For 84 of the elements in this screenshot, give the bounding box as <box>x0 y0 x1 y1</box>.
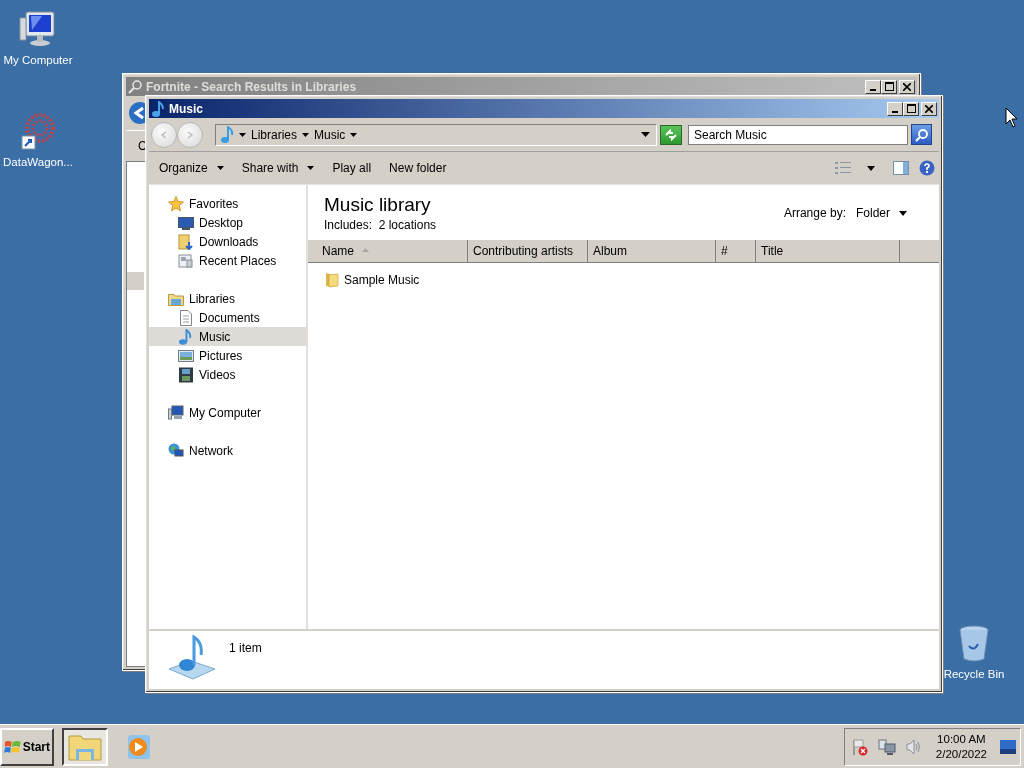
toolbar-button[interactable]: New folder <box>387 159 449 177</box>
search-button[interactable] <box>911 124 932 145</box>
globe-icon <box>168 442 184 459</box>
column-header[interactable]: Contributing artists <box>468 240 588 262</box>
nav-item[interactable]: Recent Places <box>149 251 306 270</box>
windows-logo-icon <box>4 738 22 755</box>
computer-icon <box>168 404 184 421</box>
picture-icon <box>178 347 194 364</box>
start-button[interactable]: Start <box>0 727 54 766</box>
nav-item[interactable]: Desktop <box>149 213 306 232</box>
breadcrumb-item[interactable]: Music <box>314 127 346 142</box>
scroll-thumb[interactable] <box>127 272 144 290</box>
nav-item[interactable]: Libraries <box>149 289 306 308</box>
icon-label: DataWagon... <box>3 156 73 168</box>
column-header[interactable]: Name <box>308 240 468 262</box>
flag-error-icon[interactable] <box>850 737 869 756</box>
maximize-icon <box>906 103 916 113</box>
window-title: Music <box>169 101 203 116</box>
speaker-icon[interactable] <box>904 737 923 756</box>
arrange-by-dropdown[interactable]: Folder <box>856 206 907 220</box>
caret-icon <box>899 210 907 216</box>
item-count: 1 item <box>229 641 262 655</box>
minimize-button[interactable] <box>887 101 903 116</box>
dropdown-arrow-icon[interactable] <box>641 132 650 137</box>
icon-label: My Computer <box>3 54 73 66</box>
music-note-icon <box>178 328 194 345</box>
music-note-icon <box>220 125 234 144</box>
file-item[interactable]: Sample Music <box>308 271 424 289</box>
nav-item[interactable]: Documents <box>149 308 306 327</box>
caret-icon[interactable] <box>302 132 310 137</box>
nav-item[interactable]: Videos <box>149 365 306 384</box>
nav-item[interactable]: Network <box>149 441 306 460</box>
back-arrow-icon[interactable] <box>128 101 145 125</box>
caret-icon[interactable] <box>867 165 875 171</box>
refresh-button[interactable] <box>660 124 682 145</box>
close-button[interactable] <box>921 101 937 116</box>
network-icon[interactable] <box>877 737 896 756</box>
taskbar-button[interactable] <box>62 727 108 766</box>
nav-item[interactable]: Pictures <box>149 346 306 365</box>
nav-item[interactable]: My Computer <box>149 403 306 422</box>
address-bar[interactable]: Libraries Music <box>215 123 657 146</box>
search-icon <box>914 127 929 142</box>
toolbar-button[interactable]: Organize <box>157 159 226 177</box>
minimize-icon <box>870 88 876 91</box>
library-title: Music library <box>324 194 432 216</box>
column-header[interactable]: Album <box>588 240 716 262</box>
window-title: Fortnite - Search Results in Libraries <box>146 79 357 94</box>
caret-icon[interactable] <box>239 132 246 137</box>
refresh-icon <box>664 128 678 141</box>
nav-item[interactable]: Favorites <box>149 194 306 213</box>
show-desktop-icon[interactable] <box>1000 739 1016 754</box>
cursor-icon <box>1005 107 1019 129</box>
toolbar-button[interactable]: Play all <box>330 159 374 177</box>
preview-pane-icon[interactable] <box>893 161 909 175</box>
close-icon <box>925 104 933 113</box>
nav-item[interactable]: Downloads <box>149 232 306 251</box>
clock-date[interactable]: 2/20/2022 <box>935 746 987 762</box>
search-icon <box>128 79 142 94</box>
folder-icon <box>324 272 340 288</box>
music-library-icon <box>167 635 217 681</box>
breadcrumb-item[interactable]: Libraries <box>251 127 298 142</box>
library-locations-link[interactable]: Includes: 2 locations <box>324 218 784 232</box>
maximize-button[interactable] <box>903 101 919 116</box>
clock-time[interactable]: 10:00 AM <box>937 731 986 747</box>
arrange-by-label: Arrange by: <box>783 206 846 220</box>
icon-label: Recycle Bin <box>943 668 1005 680</box>
recent-places-icon <box>178 252 194 269</box>
column-header[interactable]: # <box>716 240 756 262</box>
star-icon <box>168 195 184 212</box>
maximize-icon <box>884 81 894 91</box>
toolbar-button[interactable]: Share with <box>239 159 317 177</box>
search-field[interactable]: Search Music <box>688 124 908 145</box>
minimize-icon <box>892 110 898 113</box>
film-icon <box>178 366 194 383</box>
caret-icon[interactable] <box>350 132 358 137</box>
column-header[interactable]: Title <box>756 240 900 262</box>
nav-item[interactable]: Music <box>149 327 306 346</box>
monitor-icon <box>178 214 194 231</box>
app-icon[interactable] <box>18 112 58 152</box>
help-icon[interactable] <box>919 160 935 176</box>
music-note-icon <box>151 100 165 117</box>
document-icon <box>178 309 194 326</box>
download-folder-icon <box>178 233 194 250</box>
close-icon <box>903 82 911 91</box>
